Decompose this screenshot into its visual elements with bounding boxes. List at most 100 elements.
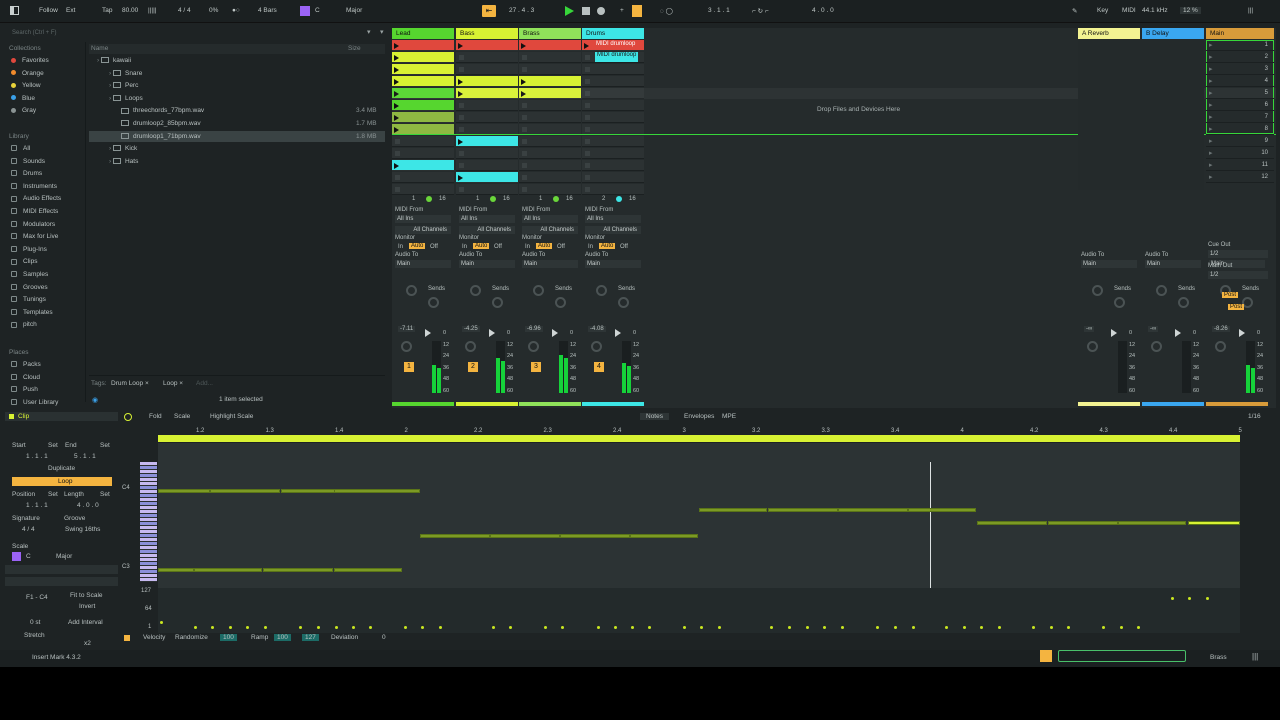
audio-to-select[interactable]: Main <box>459 260 515 268</box>
fold-button[interactable]: Fold <box>149 413 162 420</box>
clip-slot-empty[interactable] <box>392 184 454 195</box>
velocity-marker[interactable] <box>631 626 634 629</box>
midi-note[interactable] <box>977 521 1047 525</box>
clip-slot-empty[interactable] <box>456 112 518 123</box>
library-item[interactable]: Tunings <box>11 294 46 305</box>
clip-property-swing[interactable]: Swing 16ths <box>65 526 100 533</box>
midi-note[interactable] <box>420 534 490 538</box>
pan-knob[interactable] <box>465 341 476 352</box>
velocity-marker[interactable] <box>963 626 966 629</box>
midi-note[interactable] <box>490 534 560 538</box>
clip-play-icon[interactable] <box>584 43 589 49</box>
clip-property-stretch[interactable]: Stretch <box>24 632 45 639</box>
channel-select[interactable]: All Channels <box>522 226 578 234</box>
volume-readout[interactable]: -∞ <box>1084 326 1095 332</box>
clip-slot-empty[interactable] <box>456 100 518 111</box>
place-item[interactable]: Packs <box>11 359 41 370</box>
scene-launch[interactable]: ▸ 9 <box>1206 136 1274 147</box>
clip-slot-empty[interactable] <box>582 148 644 159</box>
file-row[interactable]: drumloop2_85bpm.wav <box>121 118 201 129</box>
clip-property-position[interactable]: Position <box>12 491 35 498</box>
clip-slot-filled[interactable] <box>519 40 581 51</box>
song-position-field[interactable]: 27 . 4 . 3 <box>509 7 534 14</box>
clip-slot-empty[interactable] <box>519 136 581 147</box>
library-item[interactable]: Grooves <box>11 282 48 293</box>
track-header-drums[interactable]: Drums <box>582 28 644 39</box>
clip-property-set[interactable]: Set <box>48 442 58 449</box>
monitor-in[interactable]: In <box>398 244 403 250</box>
midi-note[interactable] <box>281 489 335 493</box>
post-button[interactable]: Post <box>1228 304 1245 310</box>
browser-toggle-icon[interactable] <box>10 6 19 15</box>
clip-play-icon[interactable] <box>394 55 399 61</box>
clip-play-icon[interactable] <box>394 103 399 109</box>
clip-play-icon[interactable] <box>458 79 463 85</box>
clip-property-fit[interactable]: Fit to Scale <box>70 592 103 599</box>
track-activator[interactable]: 2 <box>468 362 478 372</box>
midi-note[interactable] <box>1048 521 1118 525</box>
audio-to-select[interactable]: Main <box>585 260 641 268</box>
volume-fader-icon[interactable] <box>1239 329 1245 337</box>
library-item[interactable]: All <box>11 143 30 154</box>
track-header-brass[interactable]: Brass <box>519 28 581 39</box>
clip-slot-empty[interactable] <box>519 64 581 75</box>
velocity-marker[interactable] <box>404 626 407 629</box>
clip-property-signature[interactable]: Signature <box>12 515 40 522</box>
tag-chip[interactable]: Loop × <box>163 378 183 389</box>
volume-fader-icon[interactable] <box>489 329 495 337</box>
monitor-auto[interactable]: Auto <box>409 243 426 249</box>
file-row[interactable]: › Kick <box>109 143 137 154</box>
drop-zone[interactable]: Drop Files and Devices Here <box>817 106 1117 113</box>
scale-select[interactable]: Major <box>346 7 362 14</box>
clip-property-sig-val[interactable]: 4 / 4 <box>22 526 35 533</box>
library-item[interactable]: Samples <box>11 269 48 280</box>
velocity-marker[interactable] <box>841 626 844 629</box>
monitor-off[interactable]: Off <box>494 244 502 250</box>
collection-item[interactable]: Orange <box>11 68 44 79</box>
monitor-in[interactable]: In <box>588 244 593 250</box>
scene-launch[interactable]: ▸ 10 <box>1206 148 1274 159</box>
file-row[interactable]: drumloop1_71bpm.wav <box>121 131 201 142</box>
collection-item[interactable]: Gray <box>11 105 36 116</box>
highlight-scale-toggle[interactable]: Highlight Scale <box>210 413 253 420</box>
clip-slot-empty[interactable] <box>582 76 644 87</box>
clip-property-transpose[interactable]: 0 st <box>30 619 40 626</box>
detail-tab-mpe[interactable]: MPE <box>716 413 742 420</box>
velocity-marker[interactable] <box>597 626 600 629</box>
velocity-marker[interactable] <box>211 626 214 629</box>
send-b-knob[interactable] <box>492 297 503 308</box>
key-map-button[interactable]: Key <box>1097 7 1108 14</box>
quantization-select[interactable]: 4 Bars <box>258 7 277 14</box>
clip-view-toggle-icon[interactable] <box>124 413 132 421</box>
collapse-icon[interactable]: ▾ <box>380 28 384 36</box>
tag-add[interactable]: Add... <box>196 378 213 389</box>
clip-play-icon[interactable] <box>458 43 463 49</box>
place-item[interactable]: User Library <box>11 397 58 408</box>
pan-knob[interactable] <box>1151 341 1162 352</box>
clip-play-icon[interactable] <box>394 43 399 49</box>
clip-property-groove[interactable]: Groove <box>64 515 85 522</box>
clip-slot-empty[interactable] <box>519 148 581 159</box>
send-b-knob[interactable] <box>428 297 439 308</box>
pencil-icon[interactable]: ✎ <box>1072 7 1077 15</box>
scene-launch[interactable]: ▸ 3 <box>1206 64 1274 75</box>
clip-slot-filled[interactable] <box>456 76 518 87</box>
midi-note[interactable] <box>334 489 420 493</box>
send-a-knob[interactable] <box>1156 285 1167 296</box>
post-button[interactable]: Post <box>1222 292 1239 298</box>
clip-property-end[interactable]: End <box>65 442 77 449</box>
clip-property-pos-val[interactable]: 1 . 1 . 1 <box>26 502 48 509</box>
scene-launch[interactable]: ▸ 12 <box>1206 172 1274 183</box>
piano-key[interactable] <box>140 578 157 582</box>
scene-launch[interactable]: ▸ 4 <box>1206 76 1274 87</box>
clip-play-icon[interactable] <box>394 79 399 85</box>
volume-fader-icon[interactable] <box>425 329 431 337</box>
volume-readout[interactable]: -4.08 <box>588 326 606 332</box>
collection-item[interactable]: Yellow <box>11 80 41 91</box>
cue-out-select[interactable]: 1/2 <box>1208 250 1268 258</box>
audio-to-select[interactable]: Main <box>1081 260 1137 268</box>
collection-item[interactable]: Blue <box>11 93 35 104</box>
scene-launch[interactable]: ▸ 8 <box>1206 124 1274 135</box>
velocity-marker[interactable] <box>806 626 809 629</box>
velocity-marker[interactable] <box>421 626 424 629</box>
